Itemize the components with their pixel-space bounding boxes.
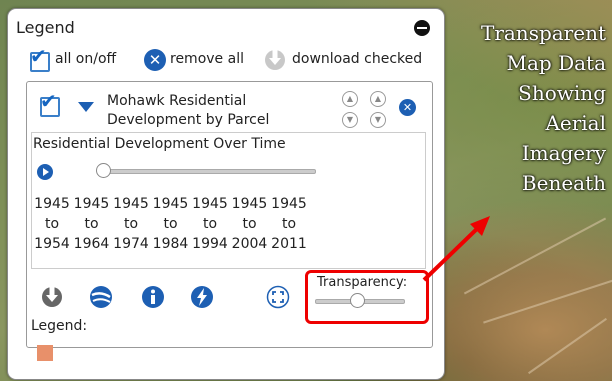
info-icon[interactable]: [140, 284, 166, 310]
period-to: 1994: [192, 236, 228, 252]
period-to-word: to: [123, 216, 139, 232]
period-from: 1945: [73, 196, 110, 212]
remove-all-icon[interactable]: ✕: [144, 49, 166, 71]
fullscreen-icon[interactable]: [266, 285, 290, 309]
period-from: 1945: [231, 196, 268, 212]
period-to: 2004: [231, 236, 268, 252]
checkmark-icon: ✔: [30, 44, 47, 68]
move-down-icon[interactable]: ▼: [342, 112, 358, 128]
lightning-icon[interactable]: [189, 284, 215, 310]
time-period-option[interactable]: 1945 to 1994: [191, 194, 229, 254]
highlight-box: [305, 270, 429, 324]
remove-layer-icon[interactable]: ✕: [399, 99, 416, 116]
caption-line: Beneath: [521, 171, 606, 195]
layer-title-line2: Development by Parcel: [107, 112, 270, 128]
period-from: 1945: [192, 196, 228, 212]
all-toggle-label[interactable]: all on/off: [55, 51, 116, 67]
time-period-option[interactable]: 1945 to 1954: [33, 194, 71, 254]
move-to-top-icon[interactable]: ▲: [370, 91, 386, 107]
time-period-option[interactable]: 1945 to 1984: [152, 194, 190, 254]
legend-swatch: [37, 345, 53, 361]
period-to-word: to: [44, 216, 60, 232]
remove-all-button[interactable]: remove all: [170, 51, 244, 67]
move-up-icon[interactable]: ▲: [342, 91, 358, 107]
caption-text: Transparent Map Data Showing Aerial Imagery B…: [456, 18, 606, 198]
red-arrow: [422, 216, 490, 282]
period-from: 1945: [152, 196, 189, 212]
period-to: 1964: [73, 236, 110, 252]
checkmark-icon: ✔: [40, 89, 57, 113]
period-from: 1945: [113, 196, 149, 212]
download-checked-button[interactable]: download checked: [292, 51, 422, 67]
expand-triangle-icon[interactable]: [78, 101, 94, 113]
map-field-boundary: [483, 278, 612, 324]
time-period-option[interactable]: 1945 to 1964: [73, 194, 111, 254]
period-from: 1945: [271, 196, 307, 212]
period-to-word: to: [202, 216, 218, 232]
layer-legend-label: Legend:: [31, 318, 88, 334]
period-to-word: to: [163, 216, 178, 232]
period-to: 1984: [152, 236, 189, 252]
period-to: 1954: [34, 236, 70, 252]
time-period-option[interactable]: 1945 to 2004: [231, 194, 269, 254]
time-period-option[interactable]: 1945 to 2011: [270, 194, 308, 254]
period-to-word: to: [281, 216, 297, 232]
legend-title: Legend: [16, 18, 75, 37]
time-slider-track[interactable]: [104, 169, 316, 174]
time-slider-title: Residential Development Over Time: [33, 136, 286, 152]
collapse-legend-button[interactable]: [414, 20, 430, 36]
map-field-boundary: [528, 317, 607, 375]
download-icon[interactable]: [263, 48, 287, 72]
period-to-word: to: [242, 216, 257, 232]
period-to: 1974: [113, 236, 149, 252]
time-slider-thumb[interactable]: [96, 163, 111, 178]
zoom-to-layer-icon[interactable]: [88, 284, 114, 310]
period-to: 2011: [271, 236, 307, 252]
period-to-word: to: [84, 216, 99, 232]
caption-line: Map Data: [506, 51, 606, 75]
caption-line: Showing: [518, 81, 606, 105]
layer-title-line1: Mohawk Residential: [107, 93, 247, 109]
move-to-bottom-icon[interactable]: ▼: [370, 112, 386, 128]
caption-line: Transparent: [480, 21, 606, 45]
play-icon[interactable]: [37, 164, 53, 180]
period-from: 1945: [34, 196, 70, 212]
download-layer-icon[interactable]: [40, 285, 64, 309]
caption-line: Imagery: [521, 141, 606, 165]
caption-line: Aerial: [545, 111, 606, 135]
time-period-option[interactable]: 1945 to 1974: [112, 194, 150, 254]
